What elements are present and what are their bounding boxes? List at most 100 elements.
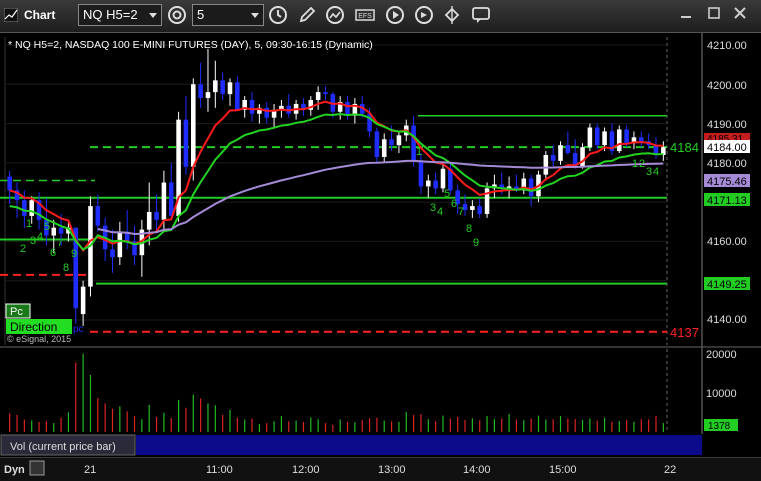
candle-body [220, 80, 225, 95]
upper-level-text: 4171.13 [707, 195, 747, 207]
avg-price-text: 4175.46 [707, 176, 747, 188]
dyn-mode-label[interactable]: Dyn [4, 464, 25, 476]
candle-body [426, 180, 431, 187]
lower-level-text: 4149.25 [707, 279, 747, 291]
sequence-number: 1 [416, 146, 422, 158]
sequence-number: 6 [451, 198, 457, 210]
direction-label: Direction [10, 320, 57, 334]
candle-body [80, 286, 86, 315]
candle-body [146, 211, 152, 230]
volume-tick: 10000 [706, 388, 737, 400]
candle-body [22, 200, 27, 216]
candle-body [381, 139, 387, 157]
sequence-number: 4 [437, 206, 443, 218]
candle-body [110, 249, 115, 258]
candle-body [345, 101, 350, 116]
sequence-number: 8 [63, 262, 69, 274]
volume-scrollbar[interactable] [136, 435, 702, 455]
price-tick: 4200.00 [707, 80, 747, 92]
sequence-number: 5 [444, 188, 450, 200]
time-label: 11:00 [206, 464, 233, 476]
sequence-number: 4 [37, 231, 43, 243]
sequence-number: 7 [57, 237, 63, 249]
candle-body [95, 206, 101, 226]
sequence-number: 2 [639, 158, 645, 170]
sequence-number: 5 [44, 221, 50, 233]
sequence-number: 8 [466, 223, 472, 235]
sequence-number: 1 [26, 218, 32, 230]
candle-body [29, 200, 34, 216]
zoom-icon[interactable] [29, 460, 45, 476]
candle-body [315, 92, 321, 100]
candle-body [58, 227, 64, 234]
candle-body [323, 92, 328, 95]
candle-body [396, 135, 402, 146]
candle-body [374, 131, 380, 157]
sequence-number: 3 [30, 235, 36, 247]
volume-legend-label: Vol (current price bar) [10, 441, 116, 453]
pc-partial-label: pc [73, 324, 84, 335]
sequence-number: 1 [632, 158, 638, 170]
candle-body [602, 131, 607, 146]
price-tick: 4180.00 [707, 158, 747, 170]
candle-body [205, 92, 211, 99]
sequence-number: 6 [50, 247, 56, 259]
candle-body [433, 180, 438, 189]
time-label: 15:00 [549, 464, 577, 476]
candle-body [264, 107, 270, 118]
time-label: 12:00 [292, 464, 320, 476]
candle-body [7, 176, 12, 191]
candle-body [550, 155, 556, 161]
candle-body [639, 137, 644, 142]
candle-body [198, 84, 203, 99]
candle-body [161, 182, 167, 220]
candle-body [213, 80, 218, 93]
candle-body [191, 84, 196, 167]
price-tick: 4160.00 [707, 236, 747, 248]
time-label: 22 [664, 464, 676, 476]
pc-label: Pc [10, 306, 23, 318]
volume-tick: 20000 [706, 349, 737, 361]
sequence-number: 3 [646, 166, 652, 178]
time-label: 21 [84, 464, 96, 476]
candle-body [624, 129, 629, 144]
candle-body [389, 139, 394, 146]
red-level-label: 4137 [670, 325, 699, 340]
candle-body [594, 127, 600, 146]
green-level-label: 4184 [670, 140, 699, 155]
time-label: 14:00 [463, 464, 491, 476]
price-tick: 4140.00 [707, 314, 747, 326]
candle-body [580, 147, 585, 167]
sequence-number: 9 [473, 237, 479, 249]
last-price-text: 4184.00 [707, 142, 747, 154]
candle-body [558, 145, 563, 161]
candle-body [528, 178, 534, 197]
candle-body [616, 129, 622, 152]
chart-description: * NQ H5=2, NASDAQ 100 E-MINI FUTURES (DA… [8, 39, 373, 51]
candle-body [51, 227, 57, 236]
price-tick: 4210.00 [707, 40, 747, 52]
candle-body [154, 211, 159, 220]
candle-body [168, 182, 174, 216]
sequence-number: 4 [653, 166, 659, 178]
sequence-number: 3 [430, 202, 436, 214]
price-tick: 4190.00 [707, 119, 747, 131]
copyright-label: © eSignal, 2015 [7, 334, 71, 344]
chart-area[interactable]: * NQ H5=2, NASDAQ 100 E-MINI FUTURES (DA… [0, 0, 761, 481]
candle-body [477, 206, 482, 214]
volume-last-text: 1378 [708, 421, 731, 432]
candle-body [543, 155, 549, 175]
candle-body [117, 231, 123, 258]
candle-body [227, 82, 233, 95]
candle-body [565, 145, 571, 154]
candle-body [183, 119, 189, 167]
sequence-number: 2 [20, 243, 26, 255]
candle-body [235, 82, 240, 110]
sequence-number: 7 [458, 206, 464, 218]
sequence-number: 9 [71, 248, 77, 260]
candle-body [440, 168, 446, 189]
candle-body [249, 100, 255, 114]
candle-body [587, 127, 593, 148]
time-label: 13:00 [378, 464, 406, 476]
candle-body [470, 206, 475, 210]
